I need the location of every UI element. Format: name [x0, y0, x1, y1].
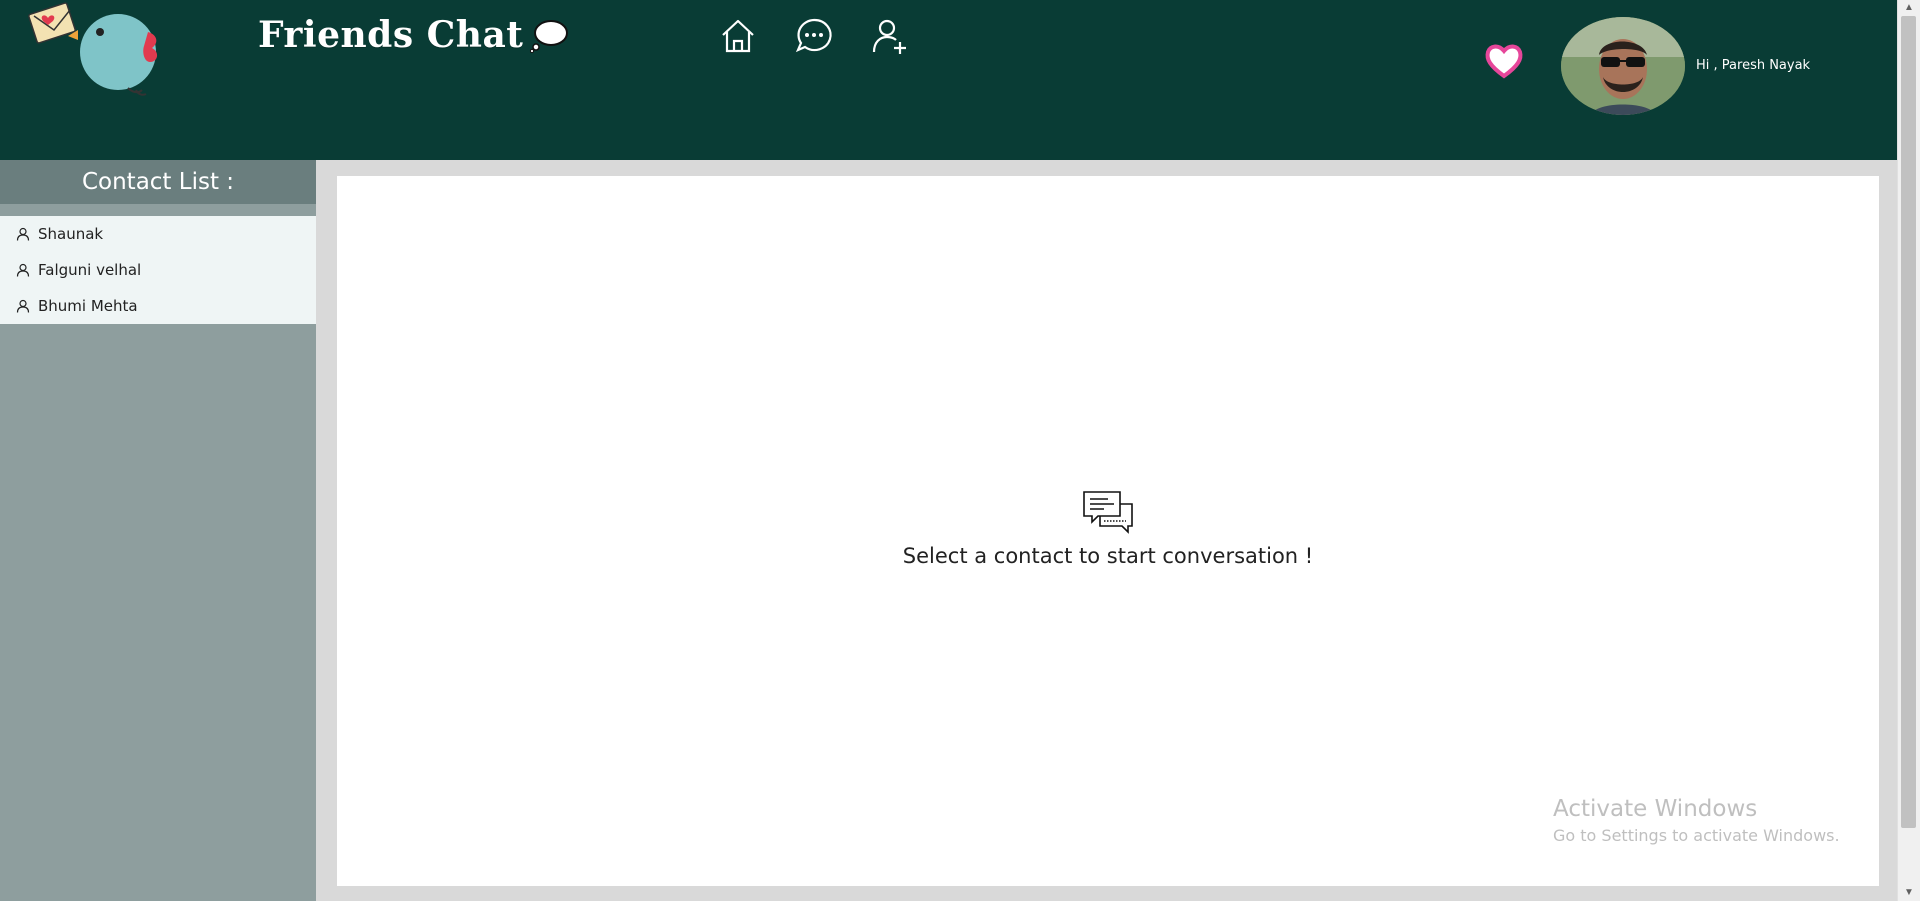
contact-list-title: Contact List : [0, 160, 316, 204]
contact-name: Shaunak [38, 225, 104, 243]
contact-list: Shaunak Falguni velhal Bhumi Mehta [0, 216, 316, 324]
user-photo [1561, 17, 1685, 115]
top-header: Friends Chat Hi , Paresh Nayak [0, 0, 1898, 160]
sidebar: Contact List : Shaunak Falguni velhal Bh… [0, 160, 316, 901]
vertical-scrollbar[interactable]: ▲ ▼ [1897, 0, 1920, 901]
user-icon [16, 263, 30, 277]
windows-activation-watermark: Activate Windows Go to Settings to activ… [1553, 796, 1840, 845]
brand-title: Friends Chat [258, 14, 524, 56]
conversation-icon [1083, 491, 1133, 534]
heart-icon[interactable] [1484, 42, 1524, 80]
conversation-panel: Select a contact to start conversation ! [337, 176, 1879, 886]
add-user-icon[interactable] [870, 16, 910, 56]
home-icon[interactable] [718, 16, 758, 56]
contact-item[interactable]: Shaunak [0, 216, 316, 252]
empty-state-message: Select a contact to start conversation ! [902, 544, 1314, 568]
empty-state: Select a contact to start conversation ! [337, 490, 1879, 568]
user-icon [16, 227, 30, 241]
user-avatar[interactable] [1561, 17, 1685, 115]
contact-name: Bhumi Mehta [38, 297, 138, 315]
contact-item[interactable]: Falguni velhal [0, 252, 316, 288]
thought-bubble-icon [530, 20, 569, 53]
scroll-thumb[interactable] [1901, 16, 1916, 828]
user-icon [16, 299, 30, 313]
watermark-subtitle: Go to Settings to activate Windows. [1553, 826, 1840, 845]
watermark-title: Activate Windows [1553, 796, 1758, 822]
brand: Friends Chat [258, 14, 569, 56]
bird-logo-icon [28, 2, 158, 96]
scroll-down-icon[interactable]: ▼ [1903, 887, 1915, 899]
contact-item[interactable]: Bhumi Mehta [0, 288, 316, 324]
user-greeting: Hi , Paresh Nayak [1696, 58, 1811, 73]
chat-icon[interactable] [794, 16, 834, 56]
scroll-up-icon[interactable]: ▲ [1903, 2, 1915, 14]
contact-name: Falguni velhal [38, 261, 142, 279]
